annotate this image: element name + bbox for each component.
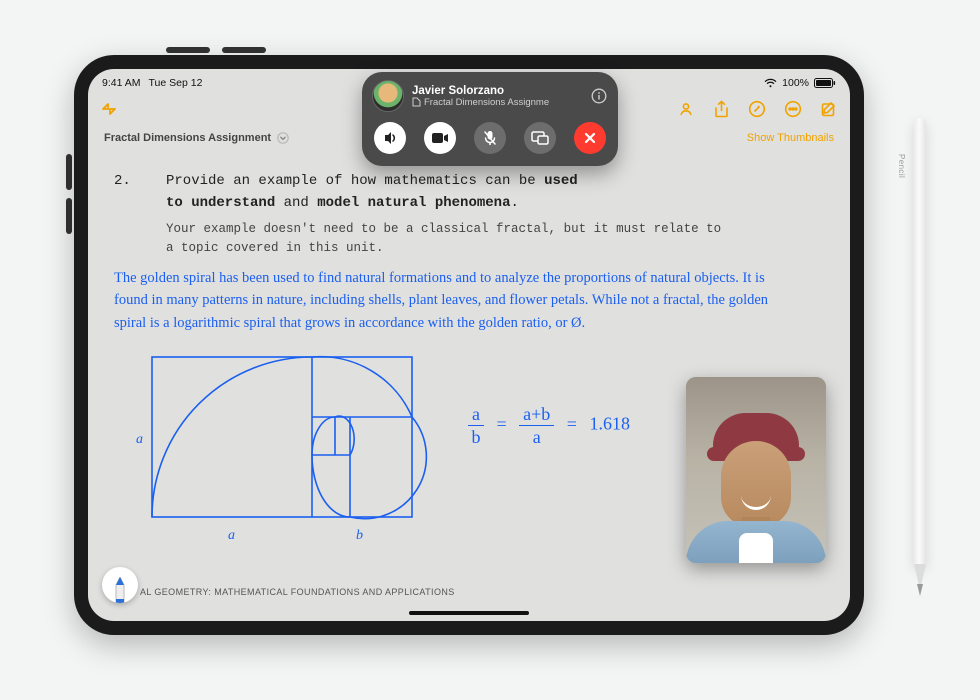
golden-ratio-equation: ab = a+ba = 1.618 bbox=[468, 405, 630, 446]
more-icon[interactable] bbox=[784, 100, 802, 118]
eq-value: 1.618 bbox=[589, 414, 630, 434]
apple-pencil: Pencil bbox=[910, 118, 930, 606]
facetime-pip[interactable] bbox=[686, 377, 826, 563]
status-battery-pct: 100% bbox=[782, 77, 809, 89]
diagram-label-b: b bbox=[356, 528, 363, 543]
wifi-icon bbox=[764, 78, 777, 88]
q-text-seg: . bbox=[510, 195, 518, 211]
question-row: 2. Provide an example of how mathematics… bbox=[114, 171, 824, 214]
document-body: 2. Provide an example of how mathematics… bbox=[88, 157, 850, 334]
eq-lhs-bot: b bbox=[468, 426, 484, 446]
facetime-mute-button[interactable] bbox=[474, 122, 506, 154]
hw-side-button-1 bbox=[66, 154, 72, 190]
facetime-audio-button[interactable] bbox=[374, 122, 406, 154]
markup-icon[interactable] bbox=[748, 100, 766, 118]
eq-rhs-bot: a bbox=[519, 426, 554, 446]
facetime-video-button[interactable] bbox=[424, 122, 456, 154]
q-text-bold: used bbox=[544, 173, 578, 189]
status-date: Tue Sep 12 bbox=[149, 77, 203, 89]
question-hint: Your example doesn't need to be a classi… bbox=[166, 220, 726, 256]
hw-side-button-2 bbox=[66, 198, 72, 234]
chevron-down-icon bbox=[277, 132, 289, 144]
diagram-label-a-left: a bbox=[136, 432, 143, 447]
diagram-label-a-bottom: a bbox=[228, 528, 235, 543]
question-text: Provide an example of how mathematics ca… bbox=[166, 171, 578, 214]
facetime-avatar bbox=[372, 80, 404, 112]
hw-volume-up bbox=[166, 47, 210, 53]
facetime-end-button[interactable] bbox=[574, 122, 606, 154]
status-time: 9:41 AM bbox=[102, 77, 141, 89]
q-text-bold: to understand bbox=[166, 195, 275, 211]
facetime-share-subtitle: Fractal Dimensions Assignme bbox=[412, 97, 582, 108]
document-icon bbox=[412, 97, 421, 107]
battery-icon bbox=[814, 78, 836, 88]
share-icon[interactable] bbox=[713, 100, 730, 118]
facetime-hud[interactable]: Javier Solorzano Fractal Dimensions Assi… bbox=[362, 72, 618, 166]
collapse-fullscreen-icon[interactable] bbox=[100, 100, 118, 118]
compose-icon[interactable] bbox=[820, 100, 838, 118]
page-footer-text: AL GEOMETRY: MATHEMATICAL FOUNDATIONS AN… bbox=[140, 587, 455, 597]
markup-pen-tool[interactable] bbox=[102, 567, 138, 603]
show-thumbnails-button[interactable]: Show Thumbnails bbox=[747, 132, 834, 144]
info-icon[interactable] bbox=[590, 87, 608, 105]
facetime-caller-name: Javier Solorzano bbox=[412, 85, 582, 97]
golden-spiral-diagram: a a b bbox=[132, 347, 432, 552]
home-indicator[interactable] bbox=[409, 611, 529, 615]
handwritten-answer: The golden spiral has been used to find … bbox=[114, 267, 784, 334]
facetime-screenshare-button[interactable] bbox=[524, 122, 556, 154]
document-title-text: Fractal Dimensions Assignment bbox=[104, 132, 271, 144]
q-text-seg: and bbox=[275, 195, 317, 211]
collaborate-icon[interactable] bbox=[677, 100, 695, 118]
q-text-seg: Provide an example of how mathematics ca… bbox=[166, 173, 544, 189]
document-title[interactable]: Fractal Dimensions Assignment bbox=[104, 132, 289, 144]
apple-pencil-label: Pencil bbox=[897, 154, 906, 178]
q-text-bold: model natural phenomena bbox=[317, 195, 510, 211]
hw-volume-down bbox=[222, 47, 266, 53]
question-number: 2. bbox=[114, 171, 138, 214]
eq-rhs-top: a+b bbox=[519, 405, 554, 426]
eq-lhs-top: a bbox=[468, 405, 484, 426]
